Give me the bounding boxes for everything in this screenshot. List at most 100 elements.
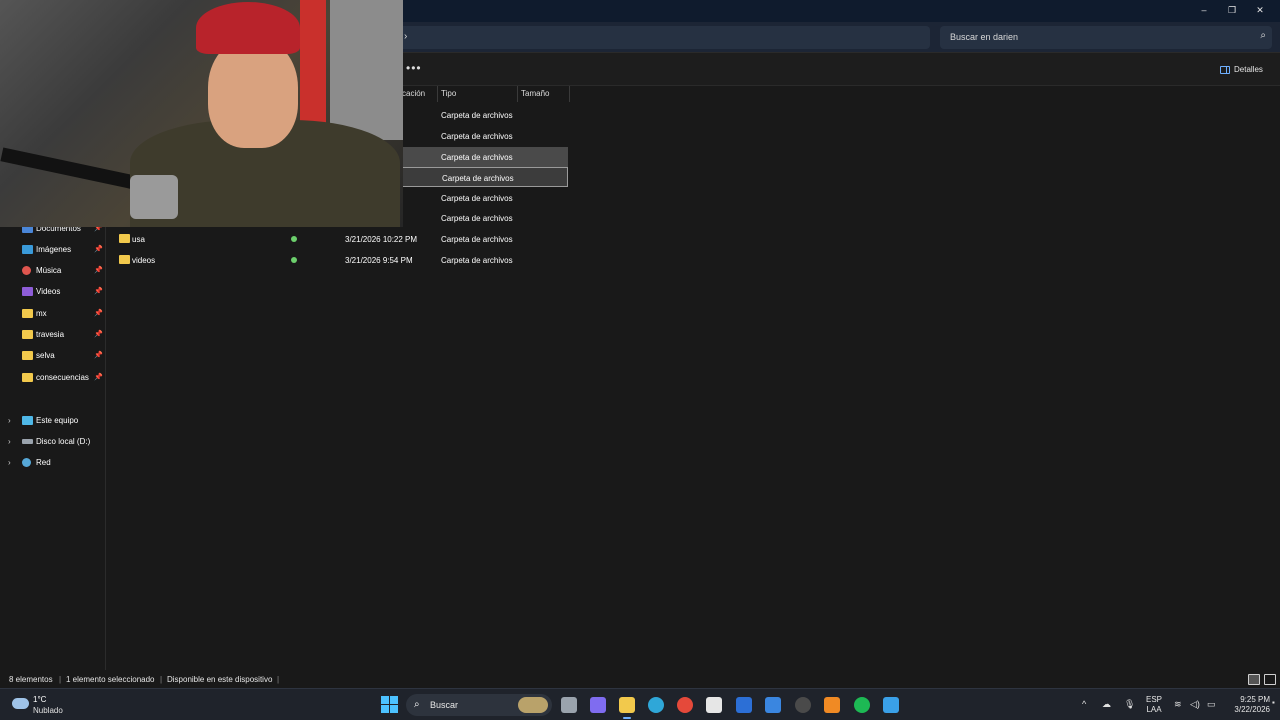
file-type: Carpeta de archivos [441, 235, 513, 244]
file-type: Carpeta de archivos [442, 174, 514, 183]
start-button[interactable] [381, 696, 398, 713]
column-header-type[interactable]: Tipo [441, 89, 456, 98]
taskbar-search[interactable]: ⌕ Buscar [406, 694, 552, 716]
store-icon[interactable] [706, 697, 722, 713]
sidebar-item-selva[interactable]: selva 📌 [0, 346, 106, 364]
tiles-view-toggle[interactable] [1264, 674, 1276, 685]
mail-icon[interactable] [765, 697, 781, 713]
sidebar-item-label: Música [36, 265, 62, 275]
file-name: usa [132, 235, 145, 244]
sidebar-item-label: Disco local (D:) [36, 436, 91, 446]
this-pc-icon [22, 415, 33, 425]
column-divider[interactable] [437, 86, 438, 102]
webcam-overlay [0, 0, 403, 227]
folder-icon [22, 308, 33, 318]
tray-overflow-icon[interactable]: ^ [1082, 699, 1086, 709]
sidebar-item-label: Red [36, 457, 51, 467]
volume-icon[interactable]: ◁) [1190, 699, 1200, 710]
status-selection: 1 elemento seleccionado [66, 675, 155, 684]
notifications-icon[interactable]: ▪ [1272, 698, 1275, 707]
wifi-icon[interactable]: ≋ [1174, 699, 1182, 710]
disk-icon [22, 438, 33, 444]
spotify-icon[interactable] [854, 697, 870, 713]
close-button[interactable]: ✕ [1244, 0, 1276, 20]
sidebar-item-label: Videos [36, 286, 61, 296]
windows-logo-tile [381, 705, 389, 713]
sidebar-item-label: Imágenes [36, 244, 72, 254]
more-options-button[interactable]: ••• [406, 61, 422, 75]
breadcrumb-chevron-icon[interactable]: › [404, 31, 407, 42]
column-divider[interactable] [517, 86, 518, 102]
status-bar: 8 elementos | 1 elemento seleccionado | … [0, 670, 1280, 688]
chrome-icon[interactable] [677, 697, 693, 713]
file-row[interactable]: videos 3/21/2026 9:54 PM Carpeta de arch… [106, 250, 568, 270]
app-paint-icon[interactable] [883, 697, 899, 713]
file-explorer-icon[interactable] [619, 697, 635, 719]
search-icon[interactable]: ⌕ [1260, 30, 1266, 41]
obs-icon[interactable] [795, 697, 811, 713]
status-availability: Disponible en este dispositivo [167, 675, 273, 684]
details-view-toggle[interactable] [1248, 674, 1260, 685]
expand-chevron-icon[interactable]: › [8, 458, 11, 467]
pin-icon: 📌 [94, 267, 103, 274]
webcam-person-head [208, 38, 298, 148]
edge-icon[interactable] [648, 697, 664, 713]
expand-chevron-icon[interactable]: › [8, 437, 11, 446]
microphone-icon[interactable]: 🎙 [1124, 699, 1135, 710]
sidebar-item-travesia[interactable]: travesia 📌 [0, 325, 106, 343]
onedrive-icon[interactable]: ☁ [1102, 699, 1111, 710]
sidebar-item-consecuencias[interactable]: consecuencias 📌 [0, 368, 106, 386]
sidebar-item-este-equipo[interactable]: › Este equipo [0, 411, 106, 429]
language-code: ESP [1146, 695, 1163, 704]
task-view-icon[interactable] [561, 697, 577, 713]
keyboard-layout: LAA [1146, 705, 1162, 714]
sync-status-icon [291, 257, 297, 263]
network-icon [22, 457, 31, 467]
pin-icon: 📌 [94, 352, 103, 359]
pin-icon: 📌 [94, 331, 103, 338]
sync-status-icon [291, 236, 297, 242]
details-pane-button[interactable]: Detalles [1220, 65, 1263, 74]
sidebar-item-mx[interactable]: mx 📌 [0, 304, 106, 322]
column-header-date[interactable]: cación [402, 89, 425, 98]
pin-icon: 📌 [94, 246, 103, 253]
file-type: Carpeta de archivos [441, 111, 513, 120]
address-field[interactable]: › [398, 26, 930, 49]
weather-temperature[interactable]: 1°C [33, 695, 46, 704]
clock[interactable]: 9:25 PM 3/22/2026 [1226, 695, 1270, 715]
search-icon: ⌕ [414, 699, 420, 710]
pictures-icon [22, 244, 33, 254]
windows-logo-tile [390, 705, 398, 713]
sidebar-item-disco-local[interactable]: › Disco local (D:) [0, 432, 106, 450]
file-type: Carpeta de archivos [441, 194, 513, 203]
sidebar-item-imagenes[interactable]: Imágenes 📌 [0, 240, 106, 258]
sidebar-item-red[interactable]: › Red [0, 453, 106, 471]
search-input[interactable]: Buscar en darien ⌕ [940, 26, 1272, 49]
weather-description[interactable]: Nublado [33, 706, 63, 715]
status-separator: | [277, 675, 280, 684]
music-icon [22, 265, 31, 275]
webcam-person-cap [196, 2, 300, 54]
status-separator: | [160, 675, 163, 684]
cloud-icon[interactable] [12, 698, 29, 709]
file-type: Carpeta de archivos [441, 132, 513, 141]
details-label: Detalles [1234, 65, 1263, 74]
microphone-icon [130, 175, 178, 219]
fl-studio-icon[interactable] [824, 697, 840, 713]
taskbar: 1°C Nublado ⌕ Buscar ^ ☁ 🎙 ESP LAA ≋ ◁) … [0, 688, 1280, 720]
file-row[interactable]: usa 3/21/2026 10:22 PM Carpeta de archiv… [106, 229, 568, 249]
app-blue-icon[interactable] [736, 697, 752, 713]
status-item-count: 8 elementos [9, 675, 53, 684]
folder-icon [22, 329, 33, 339]
search-placeholder: Buscar en darien [950, 32, 1019, 42]
battery-icon[interactable]: ▭ [1207, 699, 1216, 710]
column-divider[interactable] [569, 86, 570, 102]
sidebar-item-label: consecuencias [36, 372, 89, 382]
copilot-icon[interactable] [590, 697, 606, 713]
column-header-size[interactable]: Tamaño [521, 89, 549, 98]
language-indicator[interactable]: ESP LAA [1146, 695, 1162, 715]
sidebar-item-videos[interactable]: Videos 📌 [0, 282, 106, 300]
file-type: Carpeta de archivos [441, 256, 513, 265]
expand-chevron-icon[interactable]: › [8, 416, 11, 425]
sidebar-item-musica[interactable]: Música 📌 [0, 261, 106, 279]
